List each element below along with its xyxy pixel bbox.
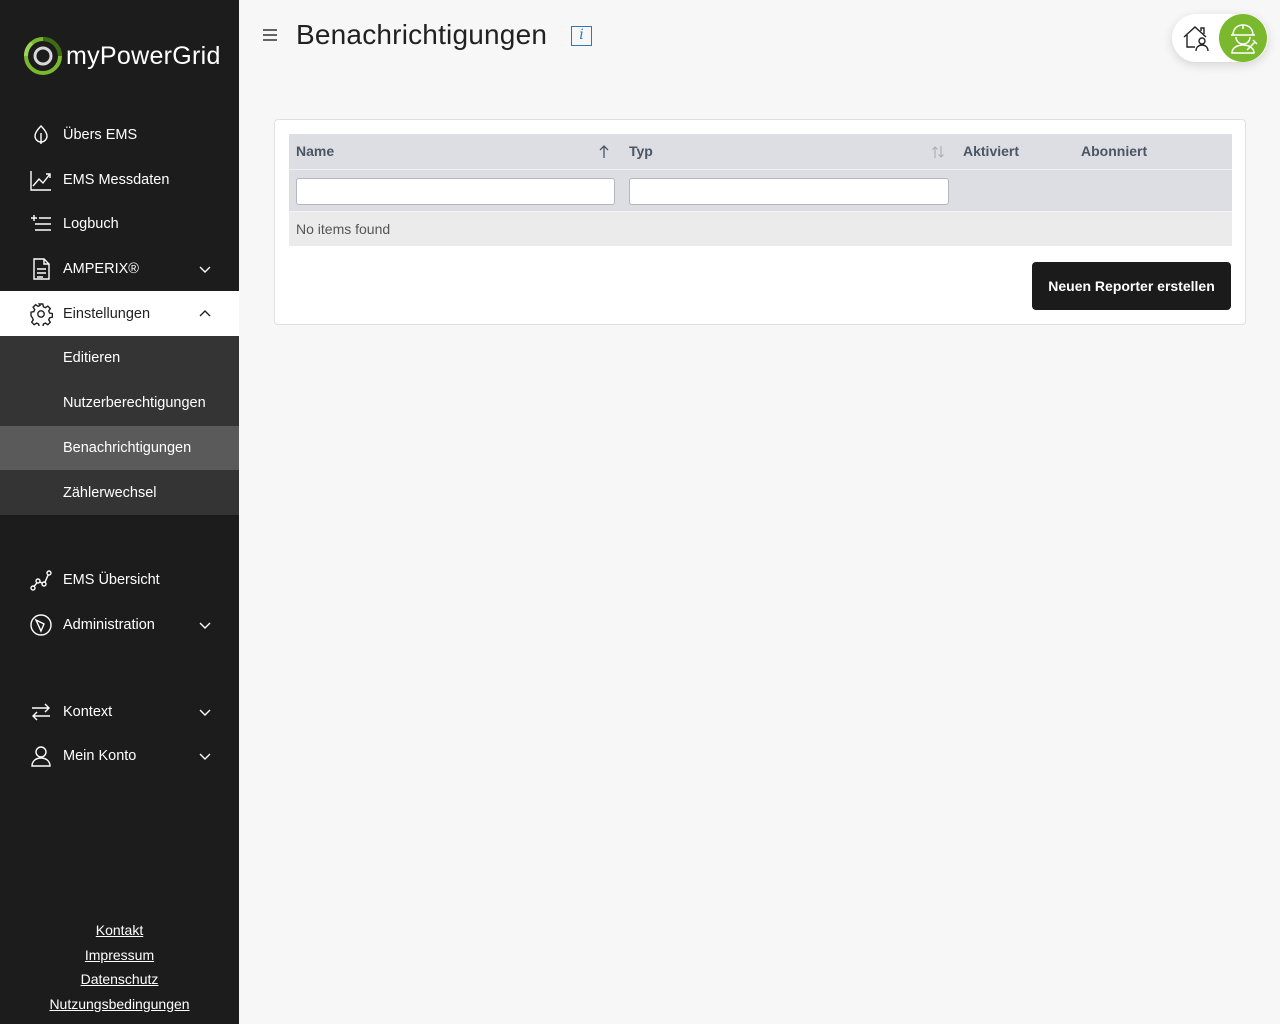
footer-link-impressum[interactable]: Impressum bbox=[0, 945, 239, 970]
list-add-icon bbox=[28, 211, 54, 237]
submenu-item-label: Editieren bbox=[63, 350, 121, 366]
sidebar-item-label: AMPERIX® bbox=[63, 260, 139, 277]
sidebar: myPowerGrid Übers EMS EMS Messdaten Logb… bbox=[0, 0, 239, 1024]
submenu-item-label: Zählerwechsel bbox=[63, 485, 157, 501]
notifications-card: Name Typ Aktiviert Abonniert No items fo… bbox=[274, 119, 1246, 325]
sidebar-item-label: Übers EMS bbox=[63, 126, 138, 143]
empty-message: No items found bbox=[296, 221, 391, 237]
document-icon bbox=[28, 256, 54, 282]
sidebar-item-mein-konto[interactable]: Mein Konto bbox=[0, 733, 239, 778]
leaf-icon bbox=[28, 122, 54, 148]
sidebar-item-ems-ubersicht[interactable]: EMS Übersicht bbox=[0, 557, 239, 602]
sidebar-item-label: EMS Messdaten bbox=[63, 171, 170, 188]
create-reporter-button[interactable]: Neuen Reporter erstellen bbox=[1032, 262, 1231, 310]
submenu-item-nutzerberechtigungen[interactable]: Nutzerberechtigungen bbox=[0, 381, 239, 425]
chevron-up-icon bbox=[199, 309, 211, 316]
sidebar-item-logbuch[interactable]: Logbuch bbox=[0, 201, 239, 246]
sidebar-item-label: Administration bbox=[63, 616, 155, 633]
sidebar-item-kontext[interactable]: Kontext bbox=[0, 689, 239, 734]
sidebar-footer: Kontakt Impressum Datenschutz Nutzungsbe… bbox=[0, 920, 239, 1018]
footer-link-kontakt[interactable]: Kontakt bbox=[0, 920, 239, 945]
chevron-down-icon bbox=[199, 709, 211, 716]
submenu-item-editieren[interactable]: Editieren bbox=[0, 336, 239, 380]
submenu-item-zahlerwechsel[interactable]: Zählerwechsel bbox=[0, 471, 239, 515]
sidebar-item-label: Kontext bbox=[63, 703, 113, 720]
power-grid-logo-icon bbox=[24, 37, 62, 75]
column-header-typ[interactable]: Typ bbox=[629, 134, 653, 169]
table-empty-row: No items found bbox=[289, 211, 1232, 246]
sidebar-item-label: Einstellungen bbox=[63, 305, 151, 322]
column-header-abonniert: Abonniert bbox=[1081, 143, 1148, 159]
hamburger-menu-icon[interactable] bbox=[262, 27, 278, 43]
footer-link-nutzungsbedingungen[interactable]: Nutzungsbedingungen bbox=[0, 994, 239, 1019]
table-filter-row bbox=[289, 169, 1232, 211]
gear-icon bbox=[28, 301, 54, 327]
chevron-down-icon bbox=[199, 622, 211, 629]
typ-filter-input[interactable] bbox=[629, 178, 949, 205]
home-user-icon[interactable] bbox=[1180, 22, 1212, 54]
sidebar-item-ems-messdaten[interactable]: EMS Messdaten bbox=[0, 157, 239, 202]
sidebar-item-ubers-ems[interactable]: Übers EMS bbox=[0, 112, 239, 157]
column-header-aktiviert: Aktiviert bbox=[963, 143, 1020, 159]
chevron-down-icon bbox=[199, 266, 211, 273]
sidebar-item-label: EMS Übersicht bbox=[63, 571, 160, 588]
footer-link-datenschutz[interactable]: Datenschutz bbox=[0, 969, 239, 994]
user-icon bbox=[28, 743, 54, 769]
brand-name: myPowerGrid bbox=[66, 41, 221, 70]
sort-ascending-icon[interactable] bbox=[597, 144, 611, 160]
line-chart-icon bbox=[28, 167, 54, 193]
sort-unsorted-icon[interactable] bbox=[931, 144, 945, 160]
account-switcher bbox=[1172, 14, 1268, 62]
installer-avatar[interactable] bbox=[1219, 14, 1267, 62]
compass-icon bbox=[28, 612, 54, 638]
sidebar-item-administration[interactable]: Administration bbox=[0, 602, 239, 647]
submenu-item-benachrichtigungen[interactable]: Benachrichtigungen bbox=[0, 426, 239, 470]
submenu-item-label: Nutzerberechtigungen bbox=[63, 395, 206, 411]
chevron-down-icon bbox=[199, 753, 211, 760]
table-header-row: Name Typ Aktiviert Abonniert bbox=[289, 134, 1232, 169]
settings-submenu: Editieren Nutzerberechtigungen Benachric… bbox=[0, 336, 239, 515]
sidebar-item-label: Logbuch bbox=[63, 215, 119, 232]
sidebar-item-einstellungen[interactable]: Einstellungen bbox=[0, 291, 239, 336]
sidebar-item-label: Mein Konto bbox=[63, 747, 137, 764]
info-icon[interactable]: i bbox=[571, 26, 592, 46]
column-header-name[interactable]: Name bbox=[296, 134, 334, 169]
reporter-table: Name Typ Aktiviert Abonniert No items fo… bbox=[289, 134, 1232, 246]
submenu-item-label: Benachrichtigungen bbox=[63, 440, 192, 456]
network-icon bbox=[28, 567, 54, 593]
page-title: Benachrichtigungen bbox=[296, 19, 548, 50]
worker-helmet-icon bbox=[1231, 24, 1258, 54]
brand-logo[interactable]: myPowerGrid bbox=[24, 36, 221, 76]
name-filter-input[interactable] bbox=[296, 178, 615, 205]
sidebar-item-amperix[interactable]: AMPERIX® bbox=[0, 246, 239, 291]
swap-arrows-icon bbox=[28, 699, 54, 725]
